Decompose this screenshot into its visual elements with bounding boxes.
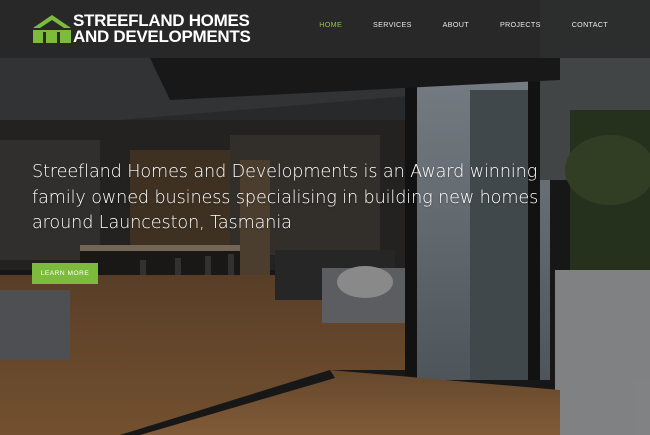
nav-item-services[interactable]: SERVICES bbox=[373, 20, 412, 29]
learn-more-button[interactable]: LEARN MORE bbox=[32, 263, 98, 284]
nav-item-about[interactable]: ABOUT bbox=[443, 20, 469, 29]
nav-item-home[interactable]: HOME bbox=[319, 20, 342, 29]
nav-item-contact[interactable]: CONTACT bbox=[572, 20, 608, 29]
house-roof-icon bbox=[33, 15, 71, 43]
site-header: STREEFLAND HOMES AND DEVELOPMENTS HOME S… bbox=[0, 0, 650, 58]
site-logo[interactable]: STREEFLAND HOMES AND DEVELOPMENTS bbox=[33, 12, 251, 45]
nav-item-projects[interactable]: PROJECTS bbox=[500, 20, 541, 29]
brand-name-line-2: AND DEVELOPMENTS bbox=[73, 27, 251, 46]
main-navigation: HOME SERVICES ABOUT PROJECTS CONTACT bbox=[288, 20, 608, 29]
brand-name: STREEFLAND HOMES AND DEVELOPMENTS bbox=[73, 12, 251, 46]
hero-headline: Streefland Homes and Developments is an … bbox=[32, 162, 539, 233]
